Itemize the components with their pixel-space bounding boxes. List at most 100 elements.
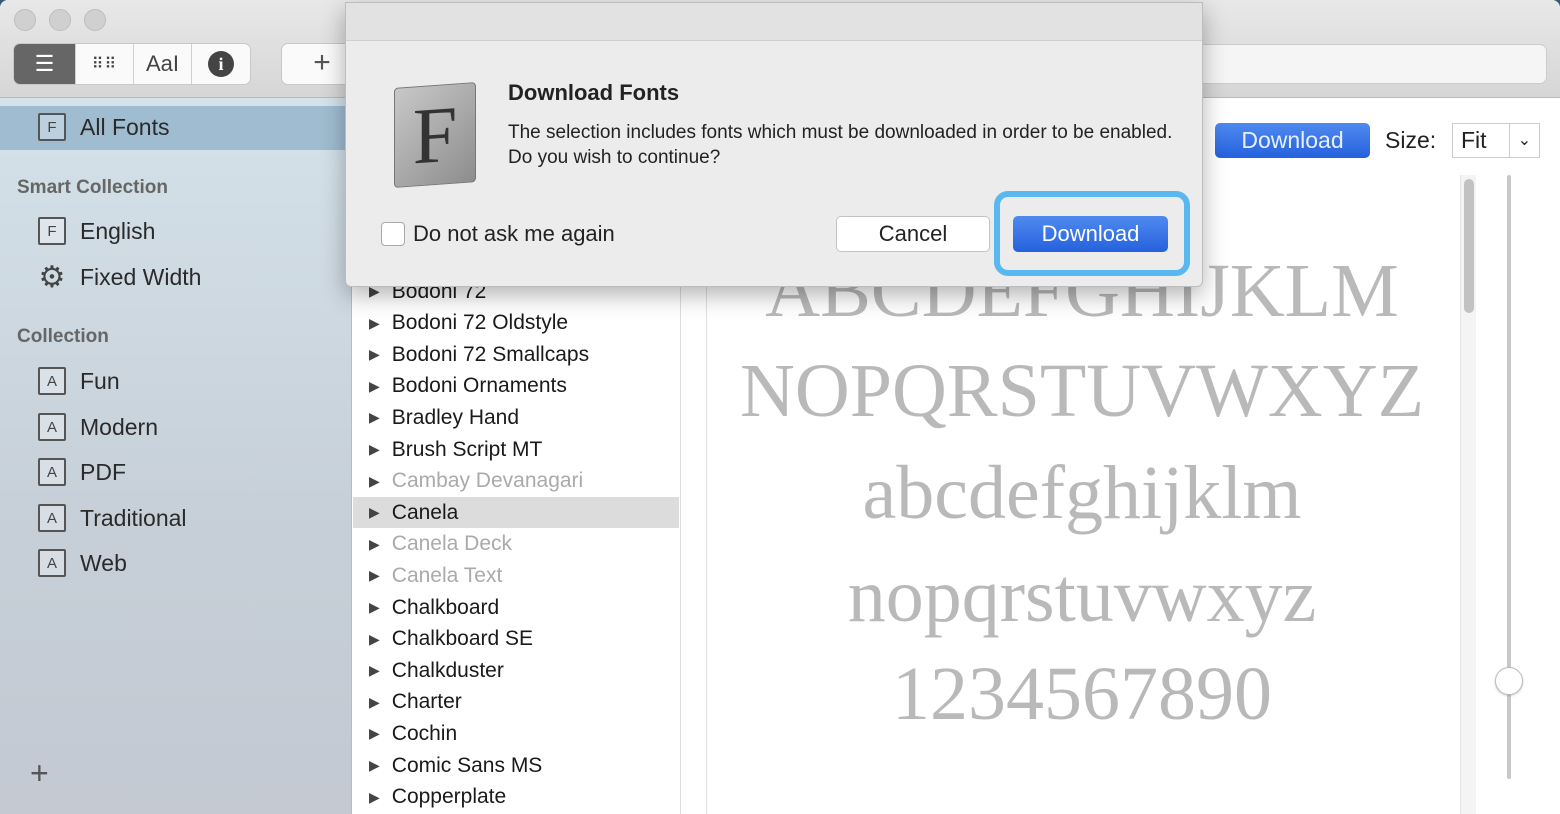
font-list-item[interactable]: ▶ Bradley Hand [353, 402, 679, 433]
list-view-button[interactable]: ☰ [14, 44, 76, 84]
preview-line: nopqrstuvwxyz [847, 554, 1317, 638]
font-list-item[interactable]: ▶ Comic Sans MS [353, 750, 679, 781]
font-name: Bodoni Ornaments [391, 374, 567, 398]
disclosure-triangle-icon[interactable]: ▶ [369, 599, 380, 616]
search-input[interactable] [1190, 45, 1546, 83]
grid-view-button[interactable]: ⠿⠿ [76, 44, 134, 84]
font-list-item[interactable]: ▶ Bodoni 72 Smallcaps [353, 339, 679, 370]
collection-icon: A [38, 549, 66, 577]
sidebar-item-fixed-width[interactable]: ⚙ Fixed Width [38, 260, 202, 294]
sample-view-button[interactable]: AaI [134, 44, 192, 84]
preview-scrollbar[interactable] [1460, 175, 1476, 814]
disclosure-triangle-icon[interactable]: ▶ [369, 473, 380, 490]
disclosure-triangle-icon[interactable]: ▶ [369, 441, 380, 458]
disclosure-triangle-icon[interactable]: ▶ [369, 789, 380, 806]
sidebar-item-traditional[interactable]: A Traditional [38, 504, 187, 532]
font-name: Canela [391, 500, 459, 524]
disclosure-triangle-icon[interactable]: ▶ [369, 378, 380, 395]
grid-icon: ⠿⠿ [91, 56, 118, 73]
collection-icon: A [38, 458, 66, 486]
size-label: Size: [1385, 127, 1437, 153]
gear-icon: ⚙ [38, 260, 66, 294]
size-slider-knob[interactable] [1495, 667, 1523, 695]
dialog-message: The selection includes fonts which must … [508, 122, 1173, 168]
disclosure-triangle-icon[interactable]: ▶ [369, 409, 380, 426]
dialog-title: Download Fonts [508, 80, 680, 105]
font-list-item[interactable]: ▶ Copperplate [353, 782, 679, 813]
disclosure-triangle-icon[interactable]: ▶ [369, 567, 380, 584]
font-name: Canela Text [391, 563, 503, 587]
sidebar-item-label: Fixed Width [80, 263, 202, 290]
scrollbar-thumb[interactable] [1464, 179, 1474, 313]
font-name: Cochin [391, 721, 458, 745]
sidebar-item-pdf[interactable]: A PDF [38, 458, 126, 486]
font-list-item[interactable]: ▶ Chalkboard SE [353, 624, 679, 655]
add-collection-button[interactable]: + [30, 755, 49, 792]
sidebar-item-all-fonts[interactable]: F All Fonts [38, 113, 169, 141]
font-list-item[interactable]: ▶ Chalkboard [353, 592, 679, 623]
sidebar-item-web[interactable]: A Web [38, 549, 127, 577]
font-list-item[interactable]: ▶ Charter [353, 687, 679, 718]
collection-icon: A [38, 413, 66, 441]
font-list-item[interactable]: ▶ Cambay Devanagari [353, 466, 679, 497]
sidebar-item-fun[interactable]: A Fun [38, 367, 120, 395]
font-list-item[interactable]: ▶ Canela [353, 497, 679, 529]
font-list-item[interactable]: ▶ Canela Text [353, 560, 679, 591]
cancel-button[interactable]: Cancel [836, 216, 990, 252]
sidebar-item-label: English [80, 217, 156, 244]
view-segmented-control: ☰ ⠿⠿ AaI i [14, 44, 250, 84]
confirm-download-button[interactable]: Download [1013, 216, 1168, 252]
font-list-item[interactable]: ▶ Canela Deck [353, 529, 679, 560]
font-list-item[interactable]: ▶ Cochin [353, 718, 679, 749]
info-icon: i [208, 51, 234, 77]
disclosure-triangle-icon[interactable]: ▶ [369, 694, 380, 711]
font-list-item[interactable]: ▶ Chalkduster [353, 655, 679, 686]
sidebar: F All Fonts Smart Collection F English ⚙ Fi… [0, 98, 352, 814]
collection-icon: A [38, 504, 66, 532]
font-name: Copperplate [391, 785, 507, 809]
font-name: Canela Deck [391, 532, 513, 556]
font-list-item[interactable]: ▶ Bodoni Ornaments [353, 371, 679, 402]
font-name: Bodoni 72 Oldstyle [391, 311, 569, 335]
sidebar-item-modern[interactable]: A Modern [38, 413, 158, 441]
font-list-item[interactable]: ▶ Bodoni 72 Oldstyle [353, 308, 679, 339]
sidebar-item-label: Fun [80, 367, 120, 394]
font-list-item[interactable]: ▶ Brush Script MT [353, 434, 679, 465]
collection-header: Collection [17, 326, 109, 347]
dialog-top-bar [346, 3, 1202, 41]
disclosure-triangle-icon[interactable]: ▶ [369, 631, 380, 648]
size-value: Fit [1461, 127, 1487, 153]
disclosure-triangle-icon[interactable]: ▶ [369, 536, 380, 553]
disclosure-triangle-icon[interactable]: ▶ [369, 346, 380, 363]
font-book-icon: F [38, 217, 66, 245]
font-name: Bodoni 72 Smallcaps [391, 342, 590, 366]
sidebar-item-label: All Fonts [80, 113, 170, 140]
close-button[interactable] [14, 9, 36, 31]
disclosure-triangle-icon[interactable]: ▶ [369, 504, 380, 521]
font-name: Comic Sans MS [391, 753, 543, 777]
do-not-ask-checkbox[interactable] [381, 222, 405, 246]
info-view-button[interactable]: i [192, 44, 250, 84]
do-not-ask-label[interactable]: Do not ask me again [413, 221, 615, 247]
font-name: Bradley Hand [391, 405, 520, 429]
sidebar-item-english[interactable]: F English [38, 217, 155, 245]
sidebar-item-label: Traditional [80, 504, 187, 531]
font-name: Chalkduster [391, 658, 504, 682]
disclosure-triangle-icon[interactable]: ▶ [369, 725, 380, 742]
minimize-button[interactable] [49, 9, 71, 31]
preview-line: abcdefghijklm [862, 451, 1302, 535]
disclosure-triangle-icon[interactable]: ▶ [369, 662, 380, 679]
font-name: Chalkboard SE [391, 627, 534, 651]
font-name: Charter [391, 690, 462, 714]
disclosure-triangle-icon[interactable]: ▶ [369, 315, 380, 332]
smart-collection-header: Smart Collection [17, 177, 168, 198]
sidebar-item-label: PDF [80, 458, 126, 485]
font-book-icon: F [38, 113, 66, 141]
preview-line: 1234567890 [892, 652, 1272, 736]
download-button[interactable]: Download [1215, 123, 1370, 158]
disclosure-triangle-icon[interactable]: ▶ [369, 757, 380, 774]
collection-icon: A [38, 367, 66, 395]
zoom-button[interactable] [84, 9, 106, 31]
size-select[interactable]: Fit ⌄ [1452, 123, 1540, 158]
chevron-down-icon: ⌄ [1509, 124, 1539, 157]
